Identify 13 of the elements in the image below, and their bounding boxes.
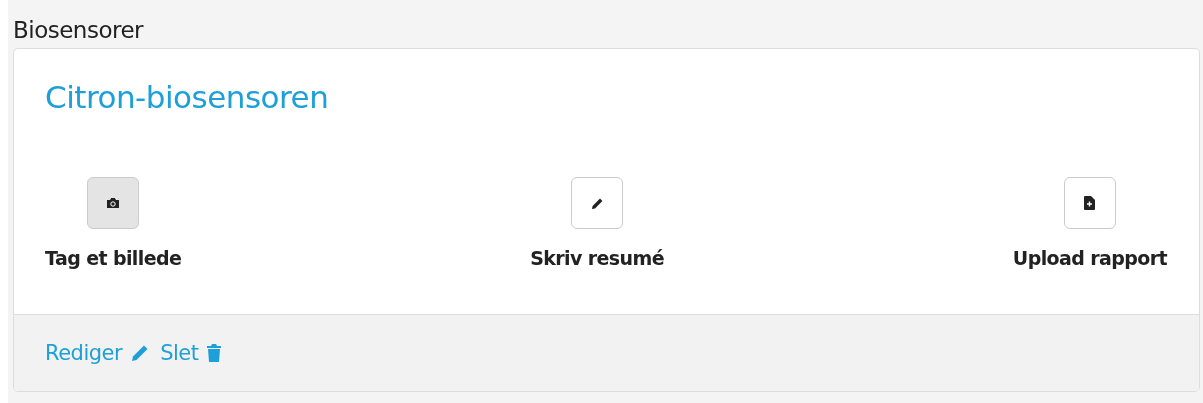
action-button[interactable]	[87, 177, 140, 229]
trash-icon	[206, 343, 223, 363]
action-label: Skriv resumé	[530, 247, 664, 269]
action-label: Upload rapport	[1012, 247, 1167, 269]
action-button[interactable]	[1063, 177, 1116, 229]
action-label: Tag et billede	[45, 247, 182, 269]
camera-icon	[106, 197, 121, 209]
card-title[interactable]: Citron-biosensoren	[45, 79, 1167, 115]
footer-link[interactable]: Slet	[160, 341, 223, 365]
file-add-icon	[1084, 196, 1096, 210]
pencil-icon	[590, 196, 604, 210]
footer-link[interactable]: Rediger	[45, 341, 151, 365]
section-title: Biosensorer	[13, 16, 145, 45]
